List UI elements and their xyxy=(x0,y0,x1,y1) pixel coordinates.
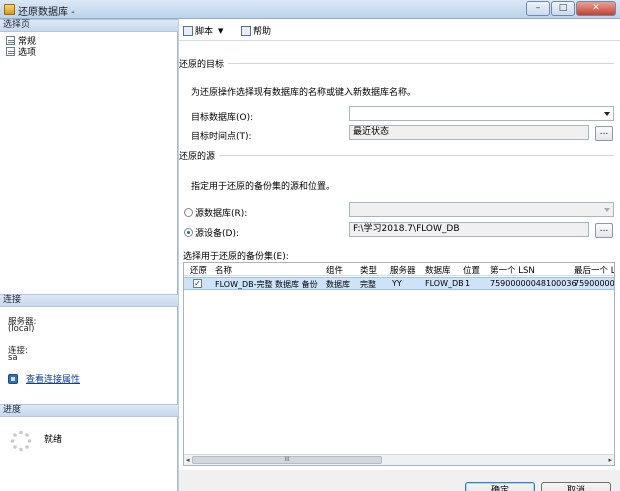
connection-header: 连接 xyxy=(0,294,178,307)
restore-checkbox[interactable]: ✓ xyxy=(193,279,202,288)
cell-last-lsn: 759000000 xyxy=(574,279,615,288)
scroll-thumb[interactable]: III xyxy=(192,456,382,464)
maximize-button[interactable]: □ xyxy=(551,1,575,16)
column-header[interactable]: 数据库 xyxy=(425,264,451,276)
target-time-browse-button[interactable]: ... xyxy=(595,126,613,141)
scroll-left-icon[interactable]: ◂ xyxy=(186,456,190,464)
chevron-down-icon[interactable]: ▼ xyxy=(218,27,223,35)
help-label: 帮助 xyxy=(253,27,272,37)
source-group-label: 还原的源 xyxy=(179,149,220,162)
properties-icon xyxy=(8,373,18,384)
cell-position: 1 xyxy=(465,279,471,288)
cell-component: 数据库 xyxy=(326,280,350,289)
column-header[interactable]: 服务器 xyxy=(390,264,416,276)
column-header[interactable]: 类型 xyxy=(360,264,377,276)
target-db-label: 目标数据库(O): xyxy=(191,113,254,123)
chevron-down-icon xyxy=(604,208,610,212)
script-button[interactable]: 脚本 ▼ xyxy=(183,24,223,37)
cell-database: FLOW_DB xyxy=(425,279,464,288)
scroll-right-icon[interactable]: ▸ xyxy=(608,456,612,464)
select-page-header: 选择页 xyxy=(0,19,178,32)
grid-header: 还原 名称 组件 类型 服务器 数据库 位置 第一个 LSN 最后一个 L xyxy=(184,263,614,276)
window-controls: – □ ✕ xyxy=(526,1,616,16)
page-item-label: 选项 xyxy=(18,48,37,58)
cell-name: FLOW_DB-完整 数据库 备份 xyxy=(215,280,318,289)
target-description: 为还原操作选择现有数据库的名称或键入新数据库名称。 xyxy=(191,88,417,98)
window-title: 还原数据库 - xyxy=(18,7,75,18)
help-icon xyxy=(241,25,251,36)
source-description: 指定用于还原的备份集的源和位置。 xyxy=(191,182,336,192)
connection-value: sa xyxy=(8,353,18,363)
from-database-radio[interactable] xyxy=(184,208,193,217)
column-header[interactable]: 位置 xyxy=(463,264,480,276)
from-device-value: F:\学习2018.7\FLOW_DB xyxy=(353,224,460,234)
help-button[interactable]: 帮助 xyxy=(241,24,271,37)
column-header[interactable]: 最后一个 L xyxy=(574,264,614,276)
from-device-label: 源设备(D): xyxy=(195,229,239,239)
script-icon xyxy=(183,25,193,36)
title-bar: 还原数据库 - – □ ✕ xyxy=(0,0,620,19)
column-header[interactable]: 名称 xyxy=(215,264,232,276)
from-device-field: F:\学习2018.7\FLOW_DB xyxy=(349,222,589,237)
column-header[interactable]: 组件 xyxy=(326,264,343,276)
target-group: 还原的目标 xyxy=(179,57,614,70)
view-connection-properties[interactable]: 查看连接属性 xyxy=(8,372,80,385)
cell-first-lsn: 75900000048100036 xyxy=(490,279,577,288)
cancel-button[interactable]: 取消 xyxy=(541,482,611,491)
toolbar: 脚本 ▼ 帮助 xyxy=(179,19,620,41)
group-divider xyxy=(179,63,614,64)
horizontal-scrollbar[interactable]: ◂ III ▸ xyxy=(184,454,614,465)
view-connection-link[interactable]: 查看连接属性 xyxy=(26,372,80,385)
target-group-label: 还原的目标 xyxy=(179,57,229,70)
database-icon xyxy=(4,4,15,15)
page-icon xyxy=(6,36,15,45)
page-item-options[interactable]: 选项 xyxy=(6,46,37,58)
ok-button[interactable]: 确定 xyxy=(465,482,535,491)
script-label: 脚本 xyxy=(195,27,214,37)
progress-spinner-icon xyxy=(10,430,32,452)
group-divider xyxy=(179,155,614,156)
progress-status: 就绪 xyxy=(44,435,63,445)
backup-sets-grid[interactable]: 还原 名称 组件 类型 服务器 数据库 位置 第一个 LSN 最后一个 L ✓ … xyxy=(183,262,615,466)
minimize-button[interactable]: – xyxy=(526,1,550,16)
target-db-select[interactable] xyxy=(349,106,614,121)
target-time-label: 目标时间点(T): xyxy=(191,132,252,142)
table-row[interactable]: ✓ FLOW_DB-完整 数据库 备份 数据库 完整 YY FLOW_DB 1 … xyxy=(184,277,614,290)
source-group: 还原的源 xyxy=(179,149,614,162)
from-database-select xyxy=(349,202,614,217)
server-value: (local) xyxy=(8,324,35,334)
progress-header: 进度 xyxy=(0,404,178,417)
page-icon xyxy=(6,47,15,56)
left-pane: 选择页 常规 选项 连接 服务器: (local) 连接: sa 查看连接属性 … xyxy=(0,19,178,491)
column-header[interactable]: 第一个 LSN xyxy=(490,264,535,276)
close-button[interactable]: ✕ xyxy=(576,1,616,16)
cell-server: YY xyxy=(392,279,402,288)
dialog-footer: 确定 取消 xyxy=(179,470,620,491)
target-time-value: 最近状态 xyxy=(353,127,390,137)
from-database-label: 源数据库(R): xyxy=(195,209,248,219)
right-pane: 脚本 ▼ 帮助 还原的目标 为还原操作选择现有数据库的名称或键入新数据库名称。 … xyxy=(179,19,620,470)
column-header[interactable]: 还原 xyxy=(190,264,207,276)
from-device-browse-button[interactable]: ... xyxy=(595,223,613,238)
backup-sets-label: 选择用于还原的备份集(E): xyxy=(183,252,289,262)
target-time-field: 最近状态 xyxy=(349,125,589,140)
chevron-down-icon xyxy=(604,112,610,116)
cell-type: 完整 xyxy=(360,280,376,289)
from-device-radio[interactable] xyxy=(184,228,193,237)
